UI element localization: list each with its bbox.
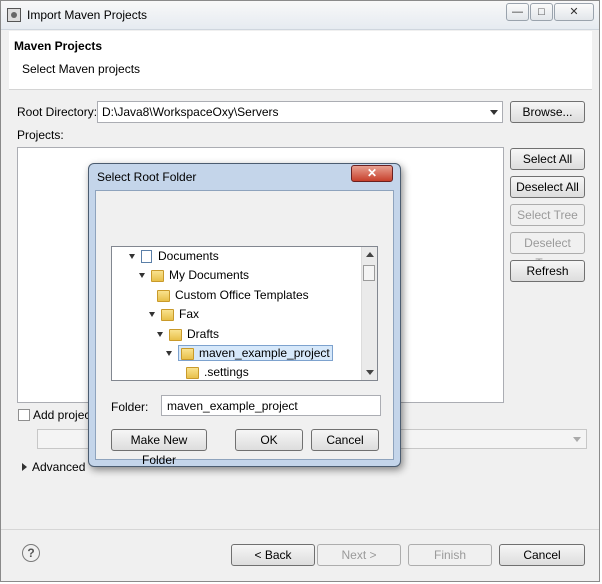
dialog-body: Documents My Documents Custom Office Tem… bbox=[95, 190, 394, 467]
scroll-up-icon[interactable] bbox=[366, 252, 374, 257]
expand-arrow-icon[interactable] bbox=[157, 332, 163, 338]
make-new-folder-button[interactable]: Make New Folder bbox=[111, 429, 207, 467]
wizard-header: Maven Projects Select Maven projects bbox=[9, 31, 592, 90]
advanced-label[interactable]: Advanced bbox=[32, 460, 85, 474]
tree-item-settings[interactable]: .settings bbox=[186, 363, 249, 380]
tree-scrollbar[interactable] bbox=[361, 247, 377, 380]
cancel-button[interactable]: Cancel bbox=[499, 544, 585, 566]
folder-icon bbox=[186, 366, 199, 379]
folder-icon bbox=[157, 289, 170, 302]
help-icon[interactable]: ? bbox=[22, 544, 40, 562]
close-button[interactable]: ✕ bbox=[554, 3, 594, 21]
root-directory-label: Root Directory: bbox=[17, 105, 98, 119]
tree-item-my-documents[interactable]: My Documents bbox=[139, 266, 249, 284]
dialog-cancel-button[interactable]: Cancel bbox=[311, 429, 379, 451]
tree-item-fax[interactable]: Fax bbox=[149, 305, 199, 323]
folder-label: Folder: bbox=[111, 400, 149, 414]
projects-label: Projects: bbox=[17, 128, 64, 142]
title-bar: Import Maven Projects — □ ✕ bbox=[1, 1, 599, 30]
add-project-label: Add project bbox=[33, 408, 94, 422]
select-all-button[interactable]: Select All bbox=[510, 148, 585, 170]
page-title: Maven Projects bbox=[14, 39, 103, 53]
finish-button[interactable]: Finish bbox=[408, 544, 492, 566]
add-project-checkbox[interactable] bbox=[18, 409, 30, 421]
tree-item-maven-example-project[interactable]: maven_example_project bbox=[166, 344, 333, 362]
document-library-icon bbox=[141, 250, 152, 264]
root-directory-combo[interactable]: D:\Java8\WorkspaceOxy\Servers bbox=[97, 101, 503, 123]
expand-arrow-icon[interactable] bbox=[129, 254, 135, 260]
select-tree-button[interactable]: Select Tree bbox=[510, 204, 585, 226]
expand-arrow-icon[interactable] bbox=[22, 463, 27, 471]
window-title: Import Maven Projects bbox=[27, 8, 148, 22]
expand-arrow-icon[interactable] bbox=[139, 273, 145, 279]
refresh-button[interactable]: Refresh bbox=[510, 260, 585, 282]
back-button[interactable]: < Back bbox=[231, 544, 315, 566]
ok-button[interactable]: OK bbox=[235, 429, 303, 451]
root-directory-value: D:\Java8\WorkspaceOxy\Servers bbox=[102, 105, 279, 119]
footer-divider bbox=[1, 529, 599, 530]
minimize-button[interactable]: — bbox=[506, 3, 529, 21]
dialog-title: Select Root Folder bbox=[97, 170, 197, 184]
folder-tree[interactable]: Documents My Documents Custom Office Tem… bbox=[111, 246, 378, 381]
folder-input[interactable]: maven_example_project bbox=[161, 395, 381, 416]
tree-item-documents[interactable]: Documents bbox=[129, 247, 219, 265]
eclipse-app-icon bbox=[7, 8, 21, 22]
tree-item-custom-office-templates[interactable]: Custom Office Templates bbox=[157, 286, 309, 304]
deselect-all-button[interactable]: Deselect All bbox=[510, 176, 585, 198]
tree-item-drafts[interactable]: Drafts bbox=[157, 325, 219, 343]
select-root-folder-dialog: Select Root Folder ✕ Documents My Docume… bbox=[88, 163, 401, 467]
deselect-tree-button[interactable]: Deselect Tree bbox=[510, 232, 585, 270]
expand-arrow-icon[interactable] bbox=[166, 351, 172, 357]
next-button[interactable]: Next > bbox=[317, 544, 401, 566]
dropdown-arrow-icon[interactable] bbox=[490, 110, 498, 115]
folder-icon bbox=[181, 347, 194, 360]
maximize-button[interactable]: □ bbox=[530, 3, 553, 21]
page-subtitle: Select Maven projects bbox=[22, 62, 141, 76]
folder-icon bbox=[151, 269, 164, 282]
expand-arrow-icon[interactable] bbox=[149, 312, 155, 318]
dialog-close-button[interactable]: ✕ bbox=[351, 165, 393, 182]
folder-icon bbox=[161, 308, 174, 321]
scroll-down-icon[interactable] bbox=[366, 370, 374, 375]
scroll-thumb[interactable] bbox=[363, 265, 375, 281]
folder-icon bbox=[169, 328, 182, 341]
dropdown-arrow-icon bbox=[573, 437, 581, 442]
browse-button[interactable]: Browse... bbox=[510, 101, 585, 123]
